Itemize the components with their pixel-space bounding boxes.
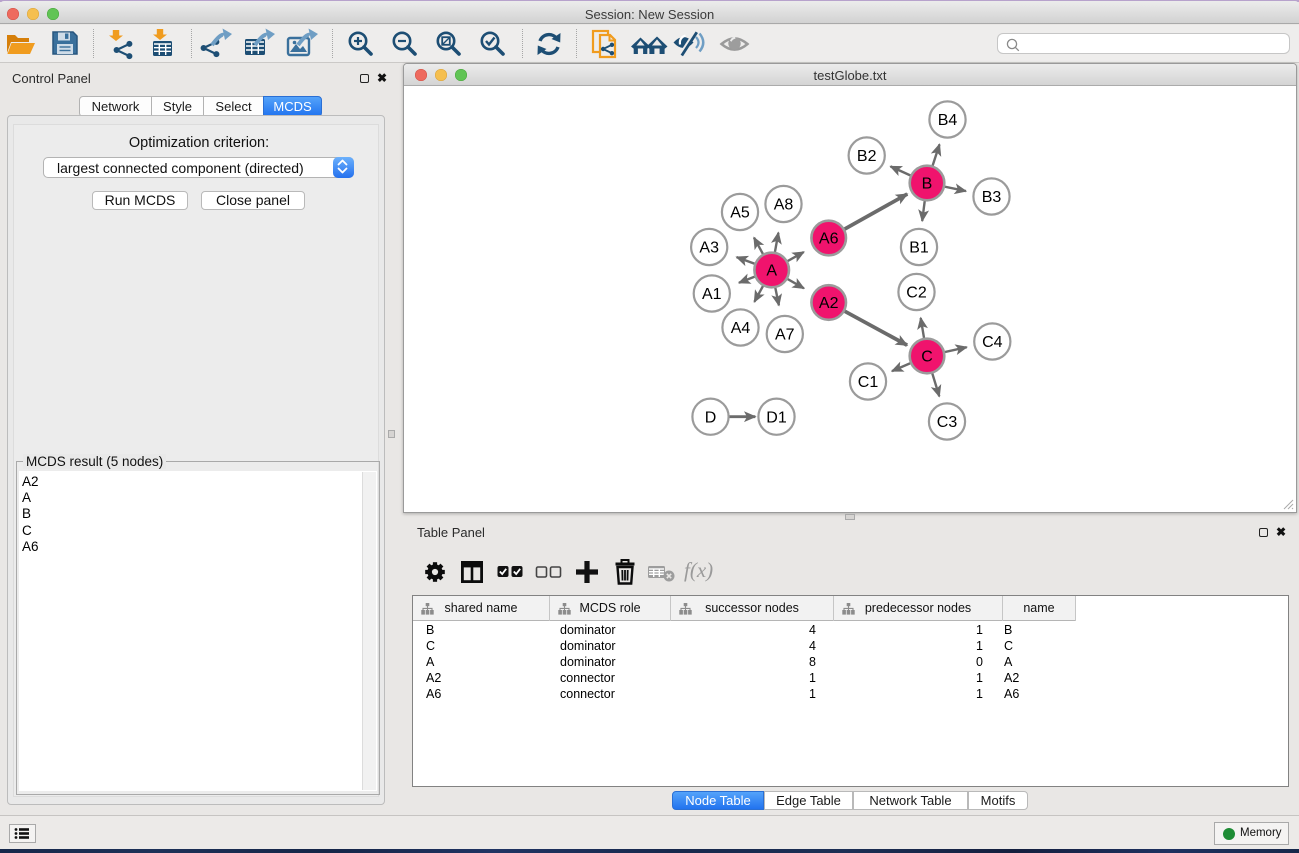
svg-text:A4: A4: [731, 320, 751, 337]
svg-text:A2: A2: [819, 295, 839, 312]
svg-text:B2: B2: [857, 148, 877, 165]
svg-text:A8: A8: [774, 197, 794, 214]
svg-text:A7: A7: [775, 327, 795, 344]
svg-text:A6: A6: [819, 231, 839, 248]
svg-text:B4: B4: [938, 112, 958, 129]
svg-text:A3: A3: [699, 240, 719, 257]
svg-text:B1: B1: [909, 240, 929, 257]
svg-text:C2: C2: [906, 285, 927, 302]
svg-text:A: A: [766, 263, 777, 280]
svg-text:A5: A5: [730, 205, 750, 222]
svg-text:C3: C3: [937, 414, 958, 431]
svg-text:D: D: [705, 409, 717, 426]
svg-text:C: C: [921, 349, 933, 366]
svg-text:D1: D1: [766, 409, 787, 426]
svg-text:C1: C1: [858, 374, 879, 391]
svg-text:C4: C4: [982, 334, 1003, 351]
svg-text:B: B: [922, 176, 933, 193]
svg-text:A1: A1: [702, 286, 722, 303]
svg-text:B3: B3: [982, 189, 1002, 206]
